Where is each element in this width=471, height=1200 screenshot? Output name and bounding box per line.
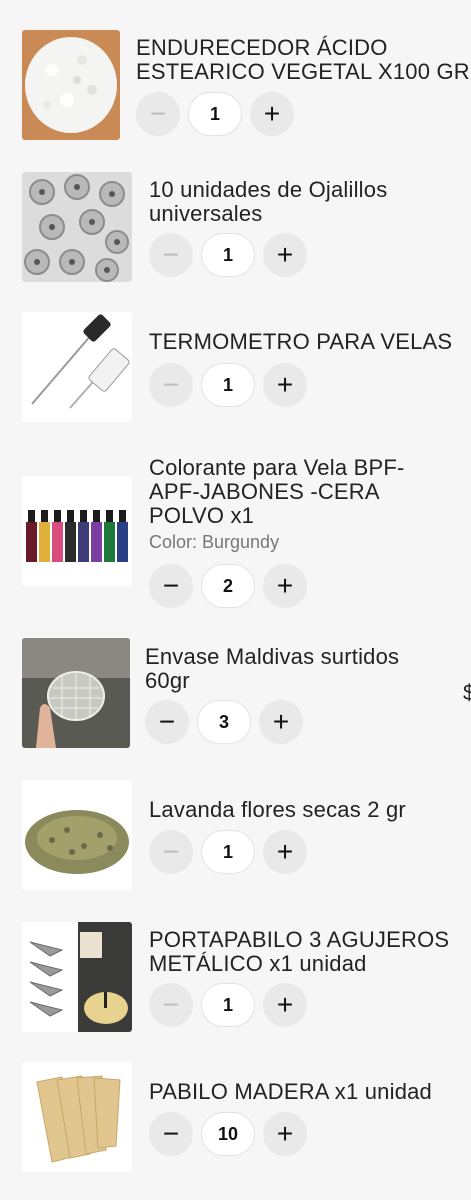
quantity-value[interactable]: 1 — [201, 363, 255, 407]
quantity-value[interactable]: 1 — [188, 92, 242, 136]
product-image[interactable] — [22, 172, 132, 282]
quantity-value[interactable]: 1 — [201, 233, 255, 277]
product-image[interactable] — [22, 30, 120, 140]
item-variant: Color: Burgundy — [149, 532, 280, 552]
decrease-quantity-button[interactable]: − — [145, 700, 189, 744]
stearic-acid-flakes-icon — [22, 30, 120, 140]
item-title: PABILO MADERA x1 unidad — [149, 1079, 432, 1104]
glass-jar-icon — [22, 638, 130, 748]
product-image[interactable] — [22, 922, 132, 1032]
product-image[interactable] — [22, 476, 132, 586]
wick-sustainers-icon — [22, 172, 132, 282]
decrease-quantity-button[interactable]: − — [149, 233, 193, 277]
increase-quantity-button[interactable]: + — [250, 92, 294, 136]
decrease-quantity-button[interactable]: − — [149, 564, 193, 608]
dye-bottles-icon — [22, 476, 132, 586]
increase-quantity-button[interactable]: + — [263, 363, 307, 407]
quantity-value[interactable]: 10 — [201, 1112, 255, 1156]
increase-quantity-button[interactable]: + — [263, 1112, 307, 1156]
quantity-stepper: − 10 + — [149, 1111, 307, 1157]
item-title: Envase Maldivas surtidos 60gr — [145, 644, 400, 693]
quantity-value[interactable]: 2 — [201, 564, 255, 608]
decrease-quantity-button[interactable]: − — [149, 1112, 193, 1156]
item-title: PORTAPABILO 3 AGUJEROS METÁLICO x1 unida… — [149, 927, 450, 976]
quantity-stepper: − 1 + — [149, 362, 307, 408]
product-image[interactable] — [22, 312, 132, 422]
digital-thermometer-icon — [22, 312, 132, 422]
item-title: TERMOMETRO PARA VELAS — [149, 329, 453, 354]
quantity-stepper: − 1 + — [136, 91, 294, 137]
increase-quantity-button[interactable]: + — [263, 830, 307, 874]
product-image[interactable] — [22, 780, 132, 890]
quantity-value[interactable]: 1 — [201, 830, 255, 874]
quantity-stepper: − 1 + — [149, 829, 307, 875]
increase-quantity-button[interactable]: + — [263, 983, 307, 1027]
quantity-value[interactable]: 3 — [197, 700, 251, 744]
increase-quantity-button[interactable]: + — [263, 564, 307, 608]
item-title: ENDURECEDOR ÁCIDO ESTEARICO VEGETAL X100… — [136, 35, 470, 84]
decrease-quantity-button[interactable]: − — [149, 983, 193, 1027]
metal-wick-holder-icon — [22, 922, 132, 1032]
quantity-stepper: − 3 + — [145, 699, 303, 745]
item-title: Colorante para Vela BPF- APF-JABONES -CE… — [149, 455, 405, 528]
dried-lavender-icon — [22, 780, 132, 890]
quantity-stepper: − 1 + — [149, 982, 307, 1028]
product-image[interactable] — [22, 638, 130, 748]
decrease-quantity-button[interactable]: − — [149, 830, 193, 874]
increase-quantity-button[interactable]: + — [259, 700, 303, 744]
quantity-stepper: − 2 + — [149, 563, 307, 609]
wooden-wicks-icon — [22, 1062, 132, 1172]
increase-quantity-button[interactable]: + — [263, 233, 307, 277]
item-title: Lavanda flores secas 2 gr — [149, 797, 406, 822]
quantity-stepper: − 1 + — [149, 232, 307, 278]
price-symbol-cutoff: $ — [463, 680, 471, 705]
quantity-value[interactable]: 1 — [201, 983, 255, 1027]
decrease-quantity-button[interactable]: − — [136, 92, 180, 136]
decrease-quantity-button[interactable]: − — [149, 363, 193, 407]
product-image[interactable] — [22, 1062, 132, 1172]
item-title: 10 unidades de Ojalillos universales — [149, 177, 388, 226]
